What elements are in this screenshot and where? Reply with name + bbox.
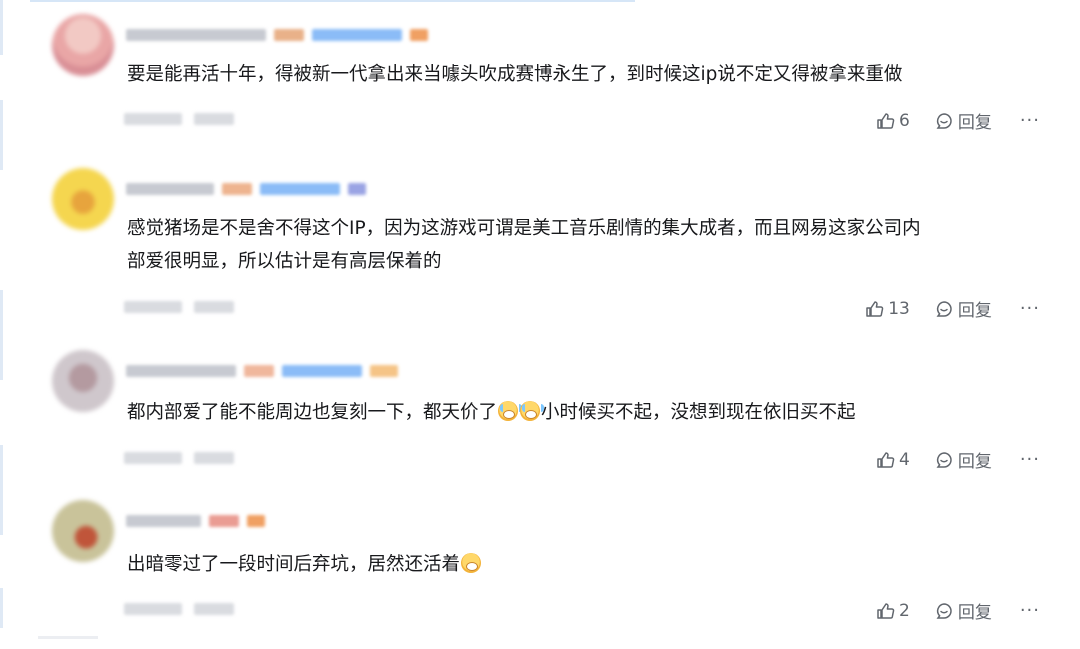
reply-label: 回复 xyxy=(957,603,992,623)
like-count: 4 xyxy=(899,449,910,470)
reply-label: 回复 xyxy=(957,113,992,133)
comment-text-part: 小时候买不起，没想到现在依旧买不起 xyxy=(541,402,856,423)
thumbs-up-icon xyxy=(875,450,895,470)
user-name-row[interactable] xyxy=(126,514,265,528)
reply-button[interactable]: 回复 xyxy=(934,296,992,321)
reply-bubble-icon xyxy=(934,299,954,319)
comment-actions: 6 回复 ··· xyxy=(875,108,1040,133)
comment-text-part: 都内部爱了能不能周边也复刻一下，都天价了 xyxy=(127,402,498,423)
left-scroll-mark xyxy=(0,0,3,55)
comment-meta: 6 回复 ··· xyxy=(0,108,1080,133)
level-badge-blurred xyxy=(274,29,304,41)
comment-actions: 13 回复 ··· xyxy=(864,296,1040,321)
comment-meta: 2 回复 ··· xyxy=(0,598,1080,623)
comment-text-part: 出暗零过了一段时间后弃坑，居然还活着 xyxy=(127,554,461,575)
medal-badge-blurred xyxy=(260,183,340,195)
comment-meta: 4 回复 ··· xyxy=(0,447,1080,472)
more-dots-icon[interactable]: ··· xyxy=(1020,450,1040,468)
reply-button[interactable]: 回复 xyxy=(934,447,992,472)
comment-text-line: 部爱很明显，所以估计是有高层保着的 xyxy=(127,251,442,272)
more-dots-icon[interactable]: ··· xyxy=(1020,601,1040,619)
crying-laughing-emoji-icon xyxy=(520,401,545,421)
timestamp-blurred xyxy=(124,113,234,125)
comment-meta: 13 回复 ··· xyxy=(0,296,1080,321)
reply-label: 回复 xyxy=(957,452,992,472)
username-blurred xyxy=(126,365,236,377)
like-button[interactable]: 6 xyxy=(875,111,910,131)
user-name-row[interactable] xyxy=(126,28,428,42)
like-button[interactable]: 4 xyxy=(875,450,910,470)
badge-blurred xyxy=(247,515,265,527)
reply-bubble-icon xyxy=(934,601,954,621)
level-badge-blurred xyxy=(209,515,239,527)
reply-bubble-icon xyxy=(934,111,954,131)
comment-text-line: 感觉猪场是不是舍不得这个IP，因为这游戏可谓是美工音乐剧情的集大成者，而且网易这… xyxy=(127,218,921,239)
avatar[interactable] xyxy=(52,350,114,412)
username-blurred xyxy=(126,29,266,41)
reply-bubble-icon xyxy=(934,450,954,470)
medal-badge-blurred xyxy=(282,365,362,377)
like-count: 2 xyxy=(899,600,910,621)
medal-badge-blurred xyxy=(312,29,402,41)
laughing-emoji-icon xyxy=(461,553,482,573)
badge-blurred xyxy=(410,29,428,41)
thumbs-up-icon xyxy=(875,601,895,621)
avatar[interactable] xyxy=(52,500,114,562)
badge-blurred xyxy=(348,183,366,195)
avatar[interactable] xyxy=(52,14,114,76)
divider xyxy=(38,636,98,639)
comment-text: 感觉猪场是不是舍不得这个IP，因为这游戏可谓是美工音乐剧情的集大成者，而且网易这… xyxy=(127,212,1047,278)
reply-button[interactable]: 回复 xyxy=(934,108,992,133)
comment-list: 要是能再活十年，得被新一代拿出来当噱头吹成赛博永生了，到时候这ip说不定又得被拿… xyxy=(0,0,1080,649)
thumbs-up-icon xyxy=(875,111,895,131)
more-dots-icon[interactable]: ··· xyxy=(1020,111,1040,129)
user-name-row[interactable] xyxy=(126,364,398,378)
thumbs-up-icon xyxy=(864,299,884,319)
avatar[interactable] xyxy=(52,168,114,230)
badge-blurred xyxy=(370,365,398,377)
user-name-row[interactable] xyxy=(126,182,366,196)
timestamp-blurred xyxy=(124,452,234,464)
like-count: 13 xyxy=(888,298,910,319)
more-dots-icon[interactable]: ··· xyxy=(1020,299,1040,317)
username-blurred xyxy=(126,515,201,527)
crying-laughing-emoji-icon xyxy=(498,401,523,421)
comment-text: 出暗零过了一段时间后弃坑，居然还活着 xyxy=(127,548,1047,581)
like-button[interactable]: 2 xyxy=(875,601,910,621)
like-button[interactable]: 13 xyxy=(864,299,910,319)
divider xyxy=(30,0,635,2)
level-badge-blurred xyxy=(244,365,274,377)
like-count: 6 xyxy=(899,110,910,131)
reply-label: 回复 xyxy=(957,301,992,321)
timestamp-blurred xyxy=(124,603,234,615)
comment-text: 要是能再活十年，得被新一代拿出来当噱头吹成赛博永生了，到时候这ip说不定又得被拿… xyxy=(127,64,903,85)
username-blurred xyxy=(126,183,214,195)
reply-button[interactable]: 回复 xyxy=(934,598,992,623)
comment-actions: 4 回复 ··· xyxy=(875,447,1040,472)
comment-actions: 2 回复 ··· xyxy=(875,598,1040,623)
level-badge-blurred xyxy=(222,183,252,195)
comment-text: 都内部爱了能不能周边也复刻一下，都天价了 小时候买不起，没想到现在依旧买不起 xyxy=(127,396,1047,429)
timestamp-blurred xyxy=(124,301,234,313)
